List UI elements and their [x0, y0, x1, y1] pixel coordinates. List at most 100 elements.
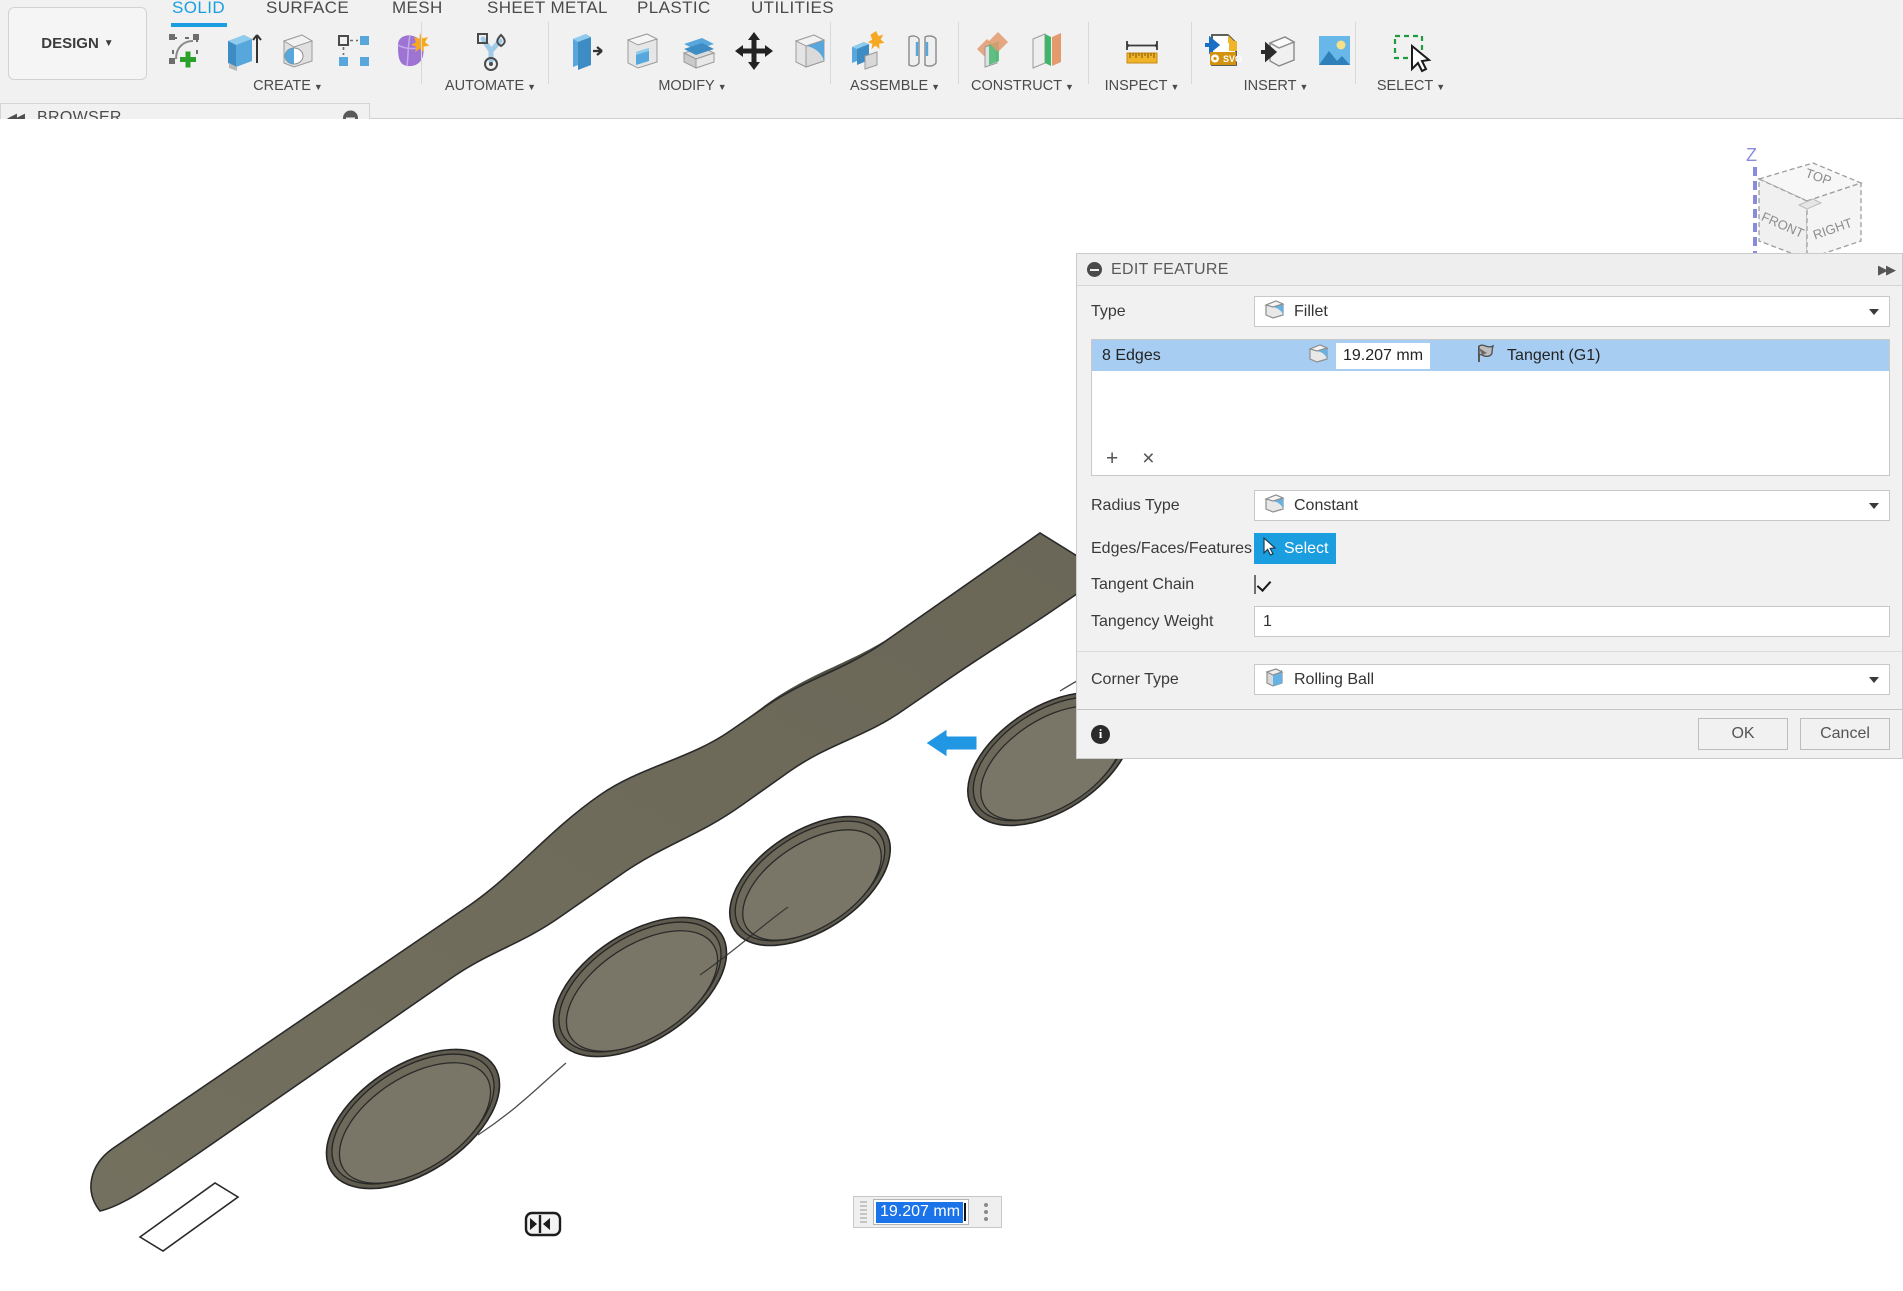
- tab-solid[interactable]: SOLID: [172, 0, 225, 18]
- create-sketch-icon[interactable]: [160, 25, 212, 75]
- chevron-down-icon: [1869, 309, 1879, 315]
- tab-plastic[interactable]: PLASTIC: [637, 0, 711, 18]
- cancel-button[interactable]: Cancel: [1800, 718, 1890, 750]
- horizontal-resize-cursor-icon: [522, 1207, 564, 1246]
- move-copy-icon[interactable]: [728, 25, 780, 75]
- selection-label: Edges/Faces/Features: [1091, 540, 1254, 558]
- plane-at-angle-icon[interactable]: [1021, 25, 1073, 75]
- tangency-weight-label: Tangency Weight: [1091, 613, 1254, 631]
- chevron-down-icon: ▼: [314, 82, 323, 92]
- belt-slot: [140, 1183, 238, 1251]
- group-separator: [958, 22, 959, 84]
- radius-type-dropdown[interactable]: Constant: [1254, 490, 1890, 521]
- dialog-title: EDIT FEATURE: [1111, 261, 1229, 279]
- tab-mesh[interactable]: MESH: [392, 0, 443, 18]
- more-options-icon[interactable]: [975, 1203, 997, 1221]
- revolve-icon[interactable]: [272, 25, 324, 75]
- edges-list-box[interactable]: 8 Edges 19.207 mm Tangent (G1): [1091, 339, 1890, 476]
- pattern-icon[interactable]: [328, 25, 380, 75]
- type-dropdown[interactable]: Fillet: [1254, 296, 1890, 327]
- measure-icon[interactable]: [1116, 25, 1168, 75]
- corner-type-section: Corner Type Rolling Ball: [1077, 651, 1902, 709]
- text-caret: [964, 1203, 966, 1221]
- new-component-icon[interactable]: [840, 25, 892, 75]
- extrude-icon[interactable]: [216, 25, 268, 75]
- tab-sheet-metal[interactable]: SHEET METAL: [487, 0, 608, 18]
- select-button-label: Select: [1284, 540, 1328, 558]
- workspace-switcher-button[interactable]: DESIGN▼: [8, 7, 147, 80]
- radius-type-row: Radius Type Constant: [1091, 490, 1890, 521]
- corner-type-dropdown[interactable]: Rolling Ball: [1254, 664, 1890, 695]
- automate-icon[interactable]: [465, 25, 517, 75]
- ribbon-group-construct: CONSTRUCT▼: [965, 20, 1080, 96]
- form-icon[interactable]: [384, 25, 436, 75]
- corner-type-value: Rolling Ball: [1294, 671, 1374, 689]
- tangency-weight-input[interactable]: 1: [1254, 606, 1890, 637]
- info-icon[interactable]: i: [1091, 725, 1110, 744]
- add-edge-button[interactable]: +: [1106, 448, 1118, 469]
- offset-plane-icon[interactable]: [965, 25, 1017, 75]
- svg-text:SVG: SVG: [1223, 54, 1242, 64]
- group-separator: [830, 22, 831, 84]
- chevron-down-icon: [1869, 503, 1879, 509]
- modify-group-label[interactable]: MODIFY▼: [560, 78, 825, 94]
- select-group-label[interactable]: SELECT▼: [1362, 78, 1460, 94]
- shell-icon[interactable]: [616, 25, 668, 75]
- fillet-icon: [1263, 492, 1286, 519]
- ribbon-group-insert: SVG: [1196, 20, 1356, 96]
- inspect-group-label[interactable]: INSPECT▼: [1092, 78, 1192, 94]
- edge-radius-input[interactable]: 19.207 mm: [1336, 343, 1430, 369]
- automate-icons: [438, 20, 543, 75]
- edge-continuity[interactable]: Tangent (G1): [1474, 342, 1600, 369]
- type-row: Type Fillet: [1091, 296, 1890, 327]
- corner-rolling-ball-icon: [1263, 666, 1286, 693]
- drag-arrow-icon[interactable]: [918, 717, 992, 776]
- tab-surface[interactable]: SURFACE: [266, 0, 349, 18]
- edit-feature-dialog[interactable]: EDIT FEATURE ▶▶ Type Fillet: [1076, 253, 1903, 759]
- tab-utilities[interactable]: UTILITIES: [751, 0, 834, 18]
- type-label: Type: [1091, 303, 1254, 321]
- dimension-input[interactable]: 19.207 mm: [873, 1199, 969, 1225]
- edges-list-row[interactable]: 8 Edges 19.207 mm Tangent (G1): [1092, 340, 1889, 371]
- chevron-down-icon: ▼: [104, 38, 114, 49]
- construct-icons: [965, 20, 1080, 75]
- tangent-flag-icon: [1474, 342, 1498, 369]
- chevron-down-icon: ▼: [1300, 82, 1309, 92]
- chevron-down-icon: ▼: [1065, 82, 1074, 92]
- select-button[interactable]: Select: [1254, 533, 1336, 564]
- insert-group-label[interactable]: INSERT▼: [1196, 78, 1356, 94]
- create-group-label[interactable]: CREATE▼: [160, 78, 416, 94]
- type-value: Fillet: [1294, 303, 1328, 321]
- corner-type-row: Corner Type Rolling Ball: [1091, 664, 1890, 695]
- press-pull-icon[interactable]: [560, 25, 612, 75]
- automate-group-label[interactable]: AUTOMATE▼: [438, 78, 543, 94]
- remove-edge-button[interactable]: ×: [1142, 448, 1154, 469]
- select-window-icon[interactable]: [1385, 25, 1437, 75]
- assemble-group-label[interactable]: ASSEMBLE▼: [840, 78, 950, 94]
- ok-button[interactable]: OK: [1698, 718, 1788, 750]
- pocket-3: [707, 790, 912, 972]
- ribbon-group-select: SELECT▼: [1362, 20, 1460, 96]
- collapse-dialog-icon[interactable]: [1087, 262, 1102, 277]
- insert-mesh-icon[interactable]: [1252, 25, 1304, 75]
- ribbon-group-automate: AUTOMATE▼: [438, 20, 543, 96]
- drag-grip-icon[interactable]: [858, 1200, 870, 1224]
- chevron-down-icon: ▼: [718, 82, 727, 92]
- inline-dimension-editor[interactable]: 19.207 mm: [853, 1196, 1002, 1228]
- expand-right-icon[interactable]: ▶▶: [1878, 262, 1894, 278]
- cursor-arrow-icon: [1262, 537, 1277, 561]
- group-separator: [1191, 22, 1192, 84]
- offset-face-icon[interactable]: [672, 25, 724, 75]
- construct-group-label[interactable]: CONSTRUCT▼: [965, 78, 1080, 94]
- insert-image-icon[interactable]: [1308, 25, 1360, 75]
- group-separator: [421, 22, 422, 84]
- edge-continuity-label: Tangent (G1): [1507, 347, 1600, 365]
- group-separator: [548, 22, 549, 84]
- ribbon-group-modify: MODIFY▼: [560, 20, 825, 96]
- joint-icon[interactable]: [896, 25, 948, 75]
- tangent-chain-checkbox[interactable]: [1254, 575, 1256, 594]
- chevron-down-icon: [1869, 677, 1879, 683]
- insert-svg-icon[interactable]: SVG: [1196, 25, 1248, 75]
- fillet-icon[interactable]: [784, 25, 836, 75]
- dialog-header: EDIT FEATURE ▶▶: [1077, 254, 1902, 286]
